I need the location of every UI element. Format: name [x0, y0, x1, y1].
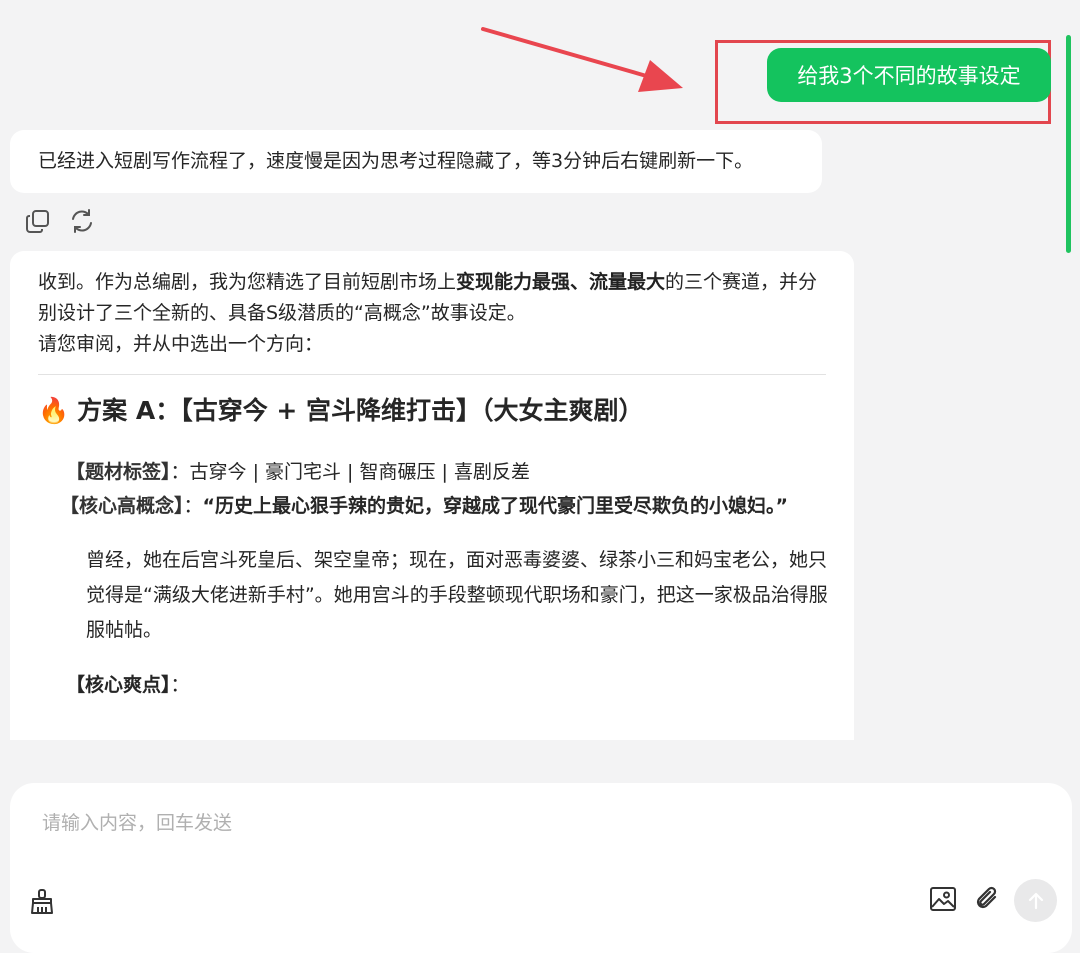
tags-value: 古穿今 | 豪门宅斗 | 智商碾压 | 喜剧反差	[189, 461, 530, 483]
send-button[interactable]	[1014, 879, 1057, 922]
plan-description: 曾经，她在后宫斗死皇后、架空皇帝；现在，面对恶毒婆婆、绿茶小三和妈宝老公，她只觉…	[86, 549, 828, 641]
fire-icon: 🔥	[38, 396, 70, 425]
plan-heading: 🔥 方案 A：【古穿今 + 宫斗降维打击】（大女主爽剧）	[38, 393, 826, 429]
scrollbar-thumb[interactable]	[1066, 35, 1071, 253]
chat-input-box	[10, 783, 1072, 953]
plan-title: 方案 A：【古穿今 + 宫斗降维打击】（大女主爽剧）	[77, 396, 644, 425]
concept-colon: ：	[183, 495, 203, 517]
assistant-message-2: 收到。作为总编剧，我为您精选了目前短剧市场上变现能力最强、流量最大的三个赛道，并…	[10, 251, 854, 740]
tags-line: 【题材标签】：古穿今 | 豪门宅斗 | 智商碾压 | 喜剧反差	[66, 455, 826, 489]
core-label: 【核心爽点】	[66, 674, 171, 696]
chat-input[interactable]	[40, 811, 904, 835]
intro-part1: 收到。作为总编剧，我为您精选了目前短剧市场上	[38, 271, 457, 293]
core-colon: ：	[170, 674, 190, 696]
message-actions	[25, 208, 95, 234]
attachment-icon[interactable]	[974, 885, 1002, 913]
intro-text: 收到。作为总编剧，我为您精选了目前短剧市场上变现能力最强、流量最大的三个赛道，并…	[38, 267, 826, 360]
image-icon[interactable]	[929, 885, 957, 913]
concept-value: “历史上最心狠手辣的贵妃，穿越成了现代豪门里受尽欺负的小媳妇。”	[202, 495, 789, 517]
concept-line: 【核心高概念】：“历史上最心狠手辣的贵妃，穿越成了现代豪门里受尽欺负的小媳妇。”	[60, 489, 826, 523]
intro-line3: 请您审阅，并从中选出一个方向：	[38, 333, 324, 355]
tags-colon: ：	[170, 461, 190, 483]
core-highlights-line: 【核心爽点】：	[66, 670, 826, 700]
concept-label: 【核心高概念】	[60, 495, 184, 517]
refresh-icon[interactable]	[69, 208, 95, 234]
assistant-message-1: 已经进入短剧写作流程了，速度慢是因为思考过程隐藏了，等3分钟后右键刷新一下。	[10, 130, 822, 193]
arrow-up-icon	[1028, 892, 1043, 909]
user-message-text: 给我3个不同的故事设定	[797, 64, 1021, 88]
user-message-bubble: 给我3个不同的故事设定	[767, 48, 1051, 102]
copy-icon[interactable]	[25, 208, 51, 234]
plan-meta: 【题材标签】：古穿今 | 豪门宅斗 | 智商碾压 | 喜剧反差 【核心高概念】：…	[60, 455, 826, 523]
assistant-message-1-text: 已经进入短剧写作流程了，速度慢是因为思考过程隐藏了，等3分钟后右键刷新一下。	[38, 150, 754, 172]
broom-icon[interactable]	[28, 887, 56, 915]
intro-bold: 变现能力最强、流量最大	[456, 271, 666, 293]
divider	[38, 374, 826, 375]
tags-label: 【题材标签】	[66, 461, 171, 483]
